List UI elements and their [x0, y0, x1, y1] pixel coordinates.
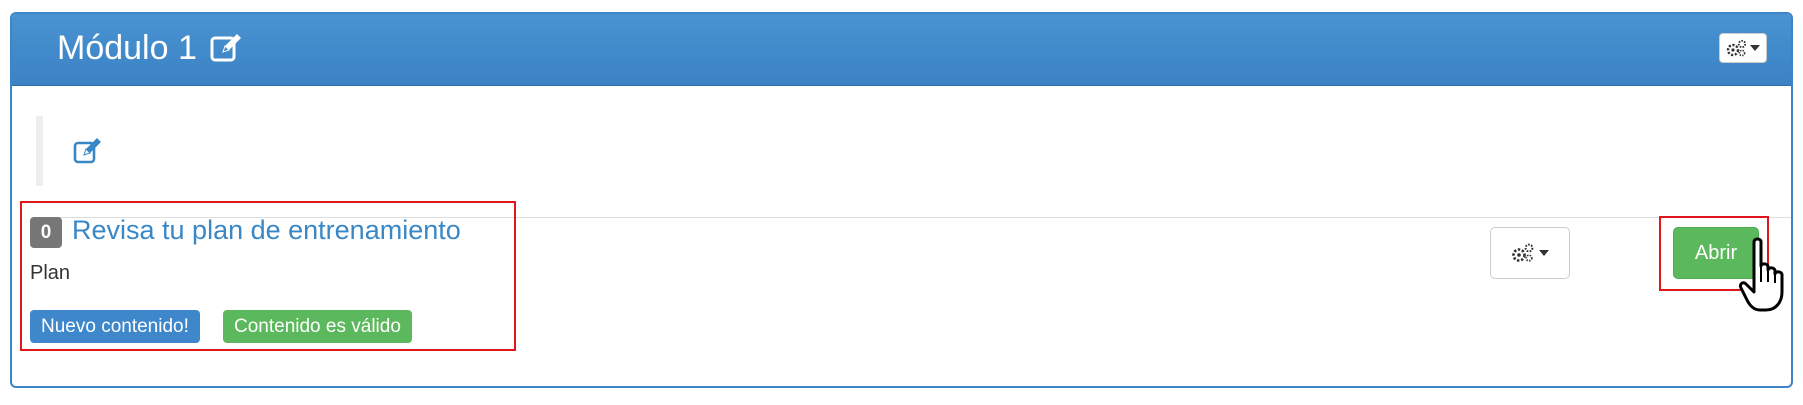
module-description	[36, 116, 1776, 186]
valid-content-label: Contenido es válido	[223, 310, 412, 343]
module-title: Módulo 1	[57, 29, 197, 67]
caret-down-icon	[1539, 250, 1549, 256]
counter-badge: 0	[30, 217, 62, 248]
module-settings-button[interactable]	[1719, 33, 1767, 63]
gears-icon	[1726, 39, 1747, 57]
content-item-subtitle: Plan	[30, 262, 71, 284]
content-item-title[interactable]: Revisa tu plan de entrenamiento	[72, 210, 461, 250]
module-title-wrap: Módulo 1	[57, 28, 243, 68]
caret-down-icon	[1750, 45, 1760, 51]
module-header: Módulo 1	[12, 14, 1791, 86]
item-settings-button[interactable]	[1490, 227, 1570, 279]
gears-icon	[1512, 243, 1534, 262]
open-button[interactable]: Abrir	[1673, 227, 1759, 279]
edit-description-icon[interactable]	[73, 136, 103, 166]
edit-title-icon[interactable]	[209, 31, 243, 65]
new-content-label: Nuevo contenido!	[30, 310, 200, 343]
